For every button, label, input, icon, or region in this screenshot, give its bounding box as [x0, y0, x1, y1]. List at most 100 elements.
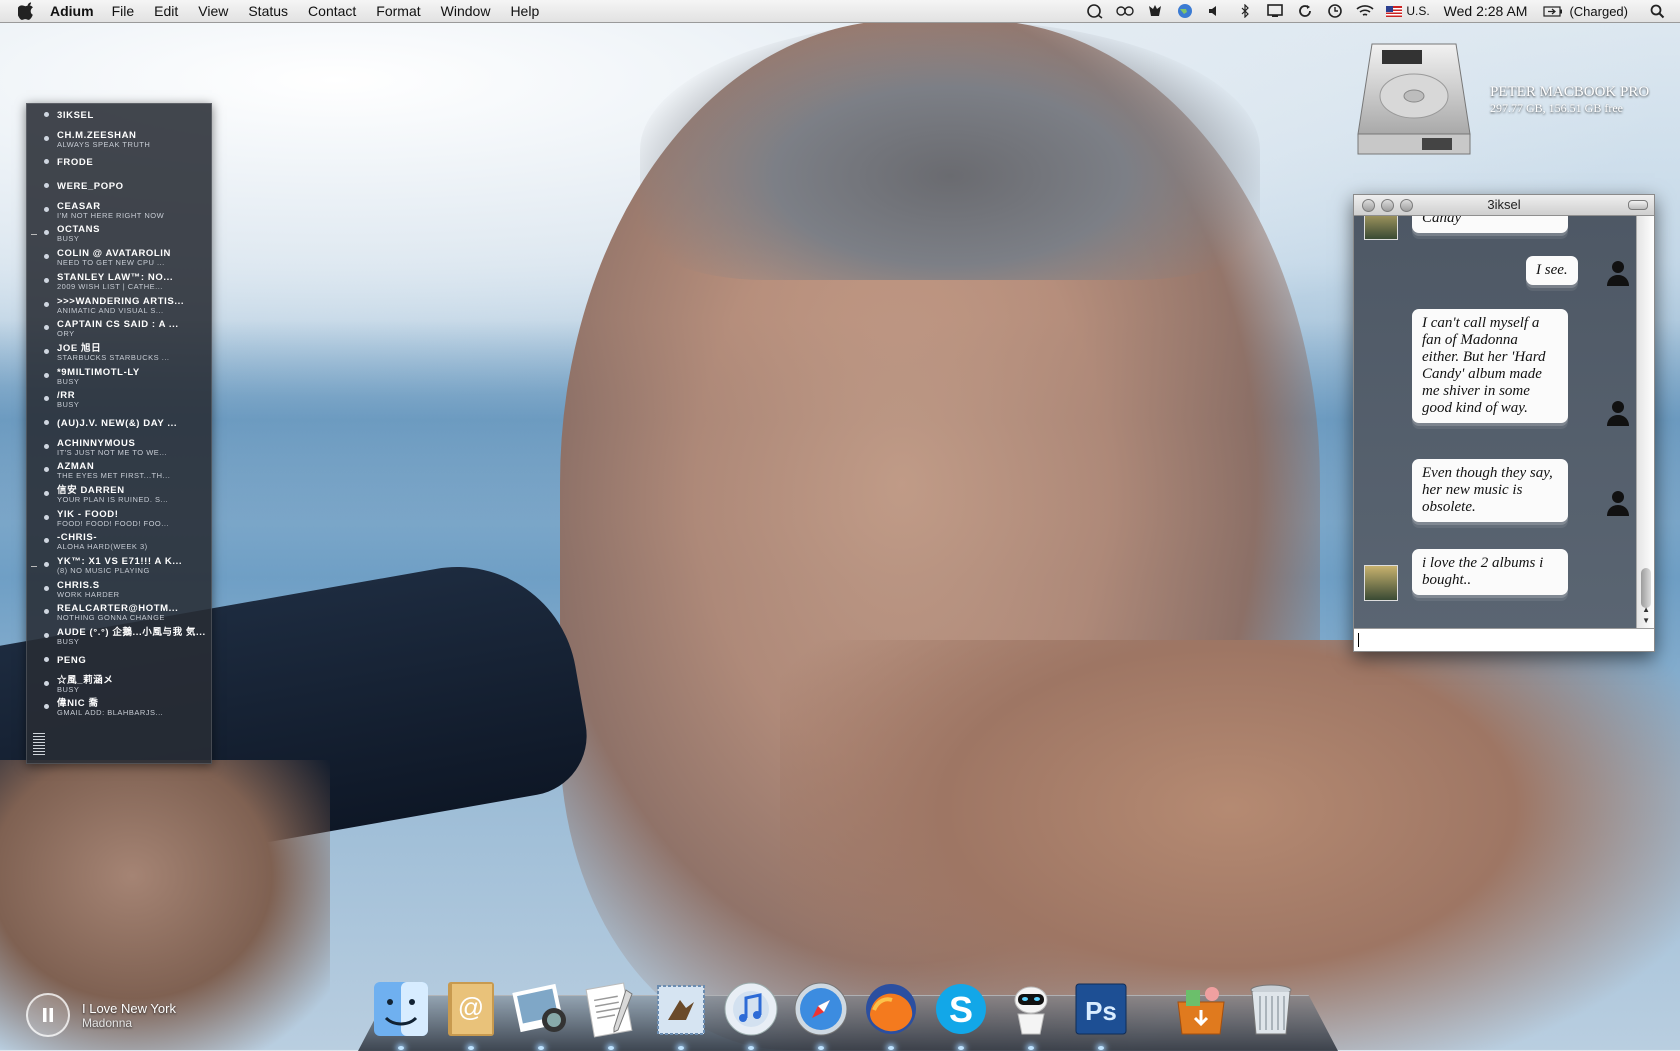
zoom-button[interactable] — [1400, 199, 1413, 212]
contact-row[interactable]: ceasar I'm not here right now — [27, 199, 211, 223]
contact-row[interactable]: YK™: X1 vs E71!!! A K... (8) No music pla… — [27, 554, 211, 578]
contact-name: -Chris- — [57, 532, 98, 544]
firefox-icon[interactable] — [860, 978, 922, 1050]
menu-bar: Adium File Edit View Status Contact Form… — [0, 0, 1680, 23]
contact-status-message: your plan is ruined. s... — [57, 496, 169, 504]
display-icon[interactable] — [1266, 3, 1284, 19]
contact-name: >>>wandering artis... — [57, 295, 185, 307]
toolbar-toggle-button[interactable] — [1628, 200, 1648, 210]
adium-status-icon[interactable] — [1086, 3, 1104, 19]
menu-view[interactable]: View — [198, 3, 228, 19]
running-indicator — [1098, 1046, 1104, 1050]
contact-row[interactable]: azman The eyes met first...th... — [27, 459, 211, 483]
contact-row[interactable]: Aude (°.°) 企鵝...小風与我 気... busy — [27, 625, 211, 649]
menu-format[interactable]: Format — [376, 3, 420, 19]
contact-row[interactable]: /rr busy — [27, 388, 211, 412]
input-menu[interactable]: U.S. — [1386, 4, 1430, 18]
contact-row[interactable]: Joe 旭日 starbucks starbucks ... — [27, 341, 211, 365]
menu-contact[interactable]: Contact — [308, 3, 356, 19]
downloads-stack-icon[interactable] — [1170, 978, 1232, 1040]
contact-name: ☆風_莉涵メ — [57, 674, 114, 686]
robot-icon[interactable] — [1000, 978, 1062, 1050]
menu-help[interactable]: Help — [510, 3, 539, 19]
contact-status-message: starbucks starbucks ... — [57, 353, 170, 362]
contact-row[interactable]: *9miltimotl-ly busy — [27, 365, 211, 389]
contact-row[interactable]: 3iksel — [27, 104, 211, 128]
contact-row[interactable]: octans busy — [27, 222, 211, 246]
menubar-clock[interactable]: Wed 2:28 AM — [1444, 3, 1528, 19]
scroll-down-arrow-icon[interactable]: ▼ — [1642, 616, 1650, 625]
battery-icon — [1543, 5, 1563, 17]
safari-icon[interactable] — [790, 978, 852, 1050]
contact-status-message: Food! Food! Food! Foo... — [57, 519, 169, 528]
wifi-icon[interactable] — [1356, 3, 1374, 19]
pause-button[interactable] — [26, 993, 70, 1037]
battery-menu[interactable]: (Charged) — [1543, 4, 1628, 19]
contact-status-message: 2009 Wish List | Cathe... — [57, 282, 163, 291]
apple-menu-icon[interactable] — [18, 2, 36, 20]
contact-row[interactable]: were_popo — [27, 175, 211, 199]
scroll-thumb[interactable] — [1641, 568, 1651, 608]
spotlight-icon[interactable] — [1648, 3, 1666, 19]
contact-status-dot-icon — [44, 372, 49, 378]
message-bubble: Even though they say, her new music is o… — [1412, 459, 1568, 522]
time-machine-icon[interactable] — [1326, 3, 1344, 19]
close-button[interactable] — [1362, 199, 1375, 212]
contact-status-dot-icon — [44, 112, 49, 117]
contact-row[interactable]: 信安 Darren your plan is ruined. s... — [27, 483, 211, 507]
textedit-icon[interactable] — [580, 978, 642, 1050]
minimize-button[interactable] — [1381, 199, 1394, 212]
contact-status-dot-icon — [44, 159, 49, 165]
contact-row[interactable]: (AU)J.V. New(&) Day ... — [27, 412, 211, 436]
contact-row[interactable]: Yik - Food! Food! Food! Food! Foo... — [27, 507, 211, 531]
contact-row[interactable]: achinnymous It's just not me to we... — [27, 436, 211, 460]
skype-icon[interactable]: S — [930, 978, 992, 1050]
finder-icon[interactable] — [370, 978, 432, 1050]
resize-grip[interactable] — [33, 733, 45, 755]
contact-name: 偉nic 喬 — [57, 698, 99, 710]
growl-icon[interactable] — [1146, 3, 1164, 19]
photoshop-icon[interactable]: Ps — [1070, 978, 1132, 1050]
menu-file[interactable]: File — [112, 3, 135, 19]
contact-name: Aude (°.°) 企鵝...小風与我 気... — [57, 627, 206, 639]
contact-row[interactable]: peng — [27, 649, 211, 673]
bluetooth-icon[interactable] — [1236, 3, 1254, 19]
contact-row[interactable]: captain cs said : a ... ory — [27, 317, 211, 341]
chat-title-bar[interactable]: 3iksel — [1354, 195, 1654, 216]
sync-icon[interactable] — [1116, 3, 1135, 19]
contact-status-message: ory — [57, 330, 75, 339]
hard-drive-icon[interactable] — [1356, 40, 1472, 158]
volume-icon[interactable] — [1206, 3, 1224, 19]
contact-row[interactable]: realcarter@hotm... nothing gonna change — [27, 601, 211, 625]
menu-status[interactable]: Status — [248, 3, 288, 19]
refresh-icon[interactable] — [1296, 3, 1314, 19]
contact-status-dot-icon — [44, 135, 49, 141]
contact-row[interactable]: Stanley Law™: No... 2009 Wish List | Cath… — [27, 270, 211, 294]
chat-title: 3iksel — [1487, 197, 1521, 212]
drive-name: PETER MACBOOK PRO — [1490, 84, 1650, 100]
contact-name: 3iksel — [57, 110, 94, 121]
contact-row[interactable]: ch.m.zeeshan always speak truth — [27, 128, 211, 152]
menu-edit[interactable]: Edit — [154, 3, 178, 19]
contact-row[interactable]: -Chris- Aloha Hard(Week 3) — [27, 530, 211, 554]
contact-row[interactable]: Frode — [27, 151, 211, 175]
contact-name: Colin @ avatarolin — [57, 248, 171, 260]
contact-row[interactable]: 偉nic 喬 Gmail add: blahbarjs... — [27, 696, 211, 720]
globe-icon[interactable] — [1176, 3, 1194, 19]
chat-scrollbar[interactable]: ▲ ▼ — [1636, 216, 1654, 628]
contact-row[interactable]: >>>wandering artis... animatic and visual… — [27, 294, 211, 318]
contact-name: /rr — [57, 390, 76, 402]
message-input[interactable] — [1354, 628, 1654, 651]
iphoto-icon[interactable] — [510, 978, 572, 1050]
contact-row[interactable]: chris.s work harder — [27, 578, 211, 602]
trash-icon[interactable] — [1240, 978, 1302, 1040]
scroll-up-arrow-icon[interactable]: ▲ — [1642, 605, 1650, 614]
buddy-avatar — [1364, 216, 1398, 240]
app-menu-adium[interactable]: Adium — [50, 3, 94, 19]
itunes-icon[interactable] — [720, 978, 782, 1050]
address-book-icon[interactable]: @ — [440, 978, 502, 1050]
menu-window[interactable]: Window — [441, 3, 491, 19]
mail-icon[interactable] — [650, 978, 712, 1050]
contact-row[interactable]: ☆風_莉涵メ busy — [27, 673, 211, 697]
contact-row[interactable]: Colin @ avatarolin need to get new cpu ..… — [27, 246, 211, 270]
